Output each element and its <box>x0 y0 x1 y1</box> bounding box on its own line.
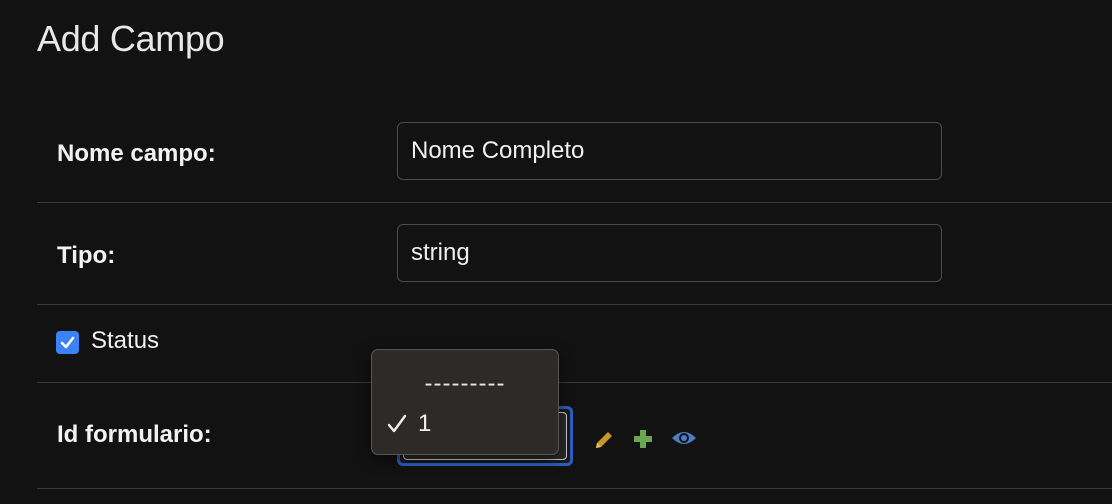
dropdown-option-empty[interactable]: --------- <box>372 370 558 398</box>
dropdown-option-1[interactable]: 1 <box>386 410 431 438</box>
pencil-icon[interactable] <box>592 428 616 452</box>
status-label: Status <box>91 327 160 354</box>
plus-icon[interactable] <box>632 428 654 450</box>
form-row-id-formulario: Id formulario: <box>37 388 1112 488</box>
add-campo-page: Add Campo Nome campo: Tipo: Status Id fo… <box>0 0 1112 504</box>
page-title: Add Campo <box>37 18 225 59</box>
form-row-status: Status <box>37 323 1112 381</box>
nome-campo-input[interactable] <box>397 122 942 180</box>
id-formulario-dropdown-menu: --------- 1 <box>371 349 559 455</box>
id-formulario-label: Id formulario: <box>57 421 212 448</box>
dropdown-option-1-label: 1 <box>418 410 432 437</box>
nome-campo-label: Nome campo: <box>57 140 216 167</box>
divider <box>37 202 1112 203</box>
divider <box>37 488 1112 489</box>
status-checkbox[interactable] <box>56 331 79 354</box>
eye-icon[interactable] <box>670 428 698 448</box>
checkmark-icon <box>386 413 408 435</box>
form-row-nome-campo: Nome campo: <box>37 118 1112 202</box>
tipo-label: Tipo: <box>57 242 116 269</box>
divider <box>37 382 1112 383</box>
divider <box>37 304 1112 305</box>
tipo-input[interactable] <box>397 224 942 282</box>
check-icon <box>60 336 75 349</box>
form-row-tipo: Tipo: <box>37 220 1112 304</box>
